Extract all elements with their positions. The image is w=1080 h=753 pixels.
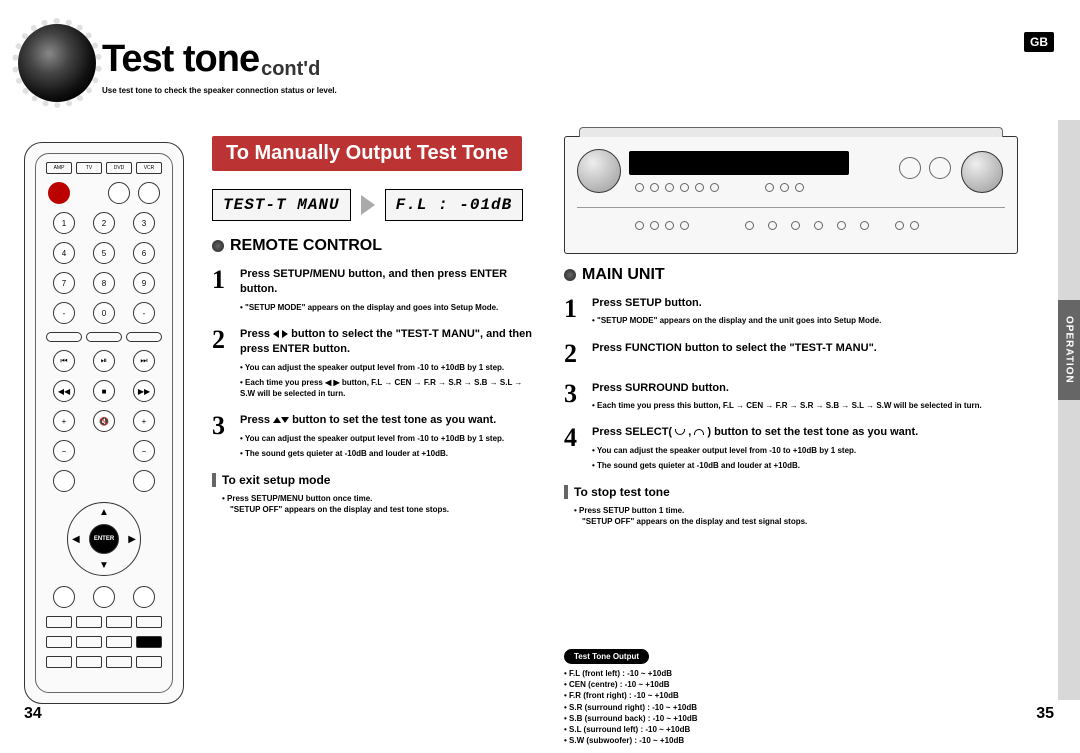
page-title: Test tone cont'd [102, 38, 320, 81]
step-note: You can adjust the speaker output level … [240, 362, 532, 373]
step-note: Each time you press this button, F.L → C… [592, 400, 982, 411]
remote-step-2: 2 Press button to select the "TEST-T MAN… [212, 327, 532, 399]
remote-numpad: 0 [93, 302, 115, 324]
stop-note: Press SETUP button 1 time. [574, 505, 1024, 516]
remote-numpad: 4 [53, 242, 75, 264]
test-tone-output-block: Test Tone Output F.L (front left) : -10 … [564, 646, 698, 746]
remote-heading: REMOTE CONTROL [212, 237, 532, 255]
exit-subhead: To exit setup mode [212, 473, 532, 487]
receiver-illustration [564, 136, 1018, 254]
remote-numpad: 9 [133, 272, 155, 294]
step-text: Press FUNCTION button to select the "TES… [592, 341, 877, 356]
main-unit-heading-text: MAIN UNIT [582, 266, 665, 284]
diamond-icon [212, 240, 224, 252]
step-number: 2 [212, 327, 232, 399]
main-unit-heading: MAIN UNIT [564, 266, 1024, 284]
step-text: Press button to set the test tone as you… [240, 413, 504, 428]
lcd-display-right: F.L : -01dB [385, 189, 524, 221]
output-item: CEN (centre) : -10 ~ +10dB [564, 679, 698, 690]
remote-step-1: 1 Press SETUP/MENU button, and then pres… [212, 267, 532, 313]
page-subtitle: Use test tone to check the speaker conne… [102, 86, 337, 95]
exit-note: Press SETUP/MENU button once time. [222, 493, 532, 504]
step-number: 3 [212, 413, 232, 459]
step-note: You can adjust the speaker output level … [592, 445, 918, 456]
output-item: S.B (surround back) : -10 ~ +10dB [564, 713, 698, 724]
main-step-4: 4 Press SELECT( , ) button to set the te… [564, 425, 1024, 471]
remote-numpad: - [53, 302, 75, 324]
main-step-1: 1 Press SETUP button. "SETUP MODE" appea… [564, 296, 1024, 327]
remote-heading-text: REMOTE CONTROL [230, 237, 382, 255]
stop-note: "SETUP OFF" appears on the display and t… [582, 516, 1024, 527]
title-main: Test tone [102, 38, 259, 81]
arrow-icon [361, 195, 375, 215]
output-item: F.L (front left) : -10 ~ +10dB [564, 668, 698, 679]
diamond-icon [564, 269, 576, 281]
step-text: Press button to select the "TEST-T MANU"… [240, 327, 532, 358]
remote-btn-tv: TV [76, 162, 102, 174]
main-step-2: 2 Press FUNCTION button to select the "T… [564, 341, 1024, 367]
step-number: 1 [212, 267, 232, 313]
remote-numpad: 7 [53, 272, 75, 294]
speaker-illustration [18, 24, 96, 102]
badge-gb: GB [1024, 32, 1054, 52]
page-number-left: 34 [24, 705, 42, 723]
output-item: S.W (subwoofer) : -10 ~ +10dB [564, 735, 698, 746]
remote-enter-button: ENTER [89, 524, 119, 554]
side-tab-bg [1058, 400, 1080, 700]
page-number-right: 35 [1036, 705, 1054, 723]
remote-illustration: AMP TV DVD VCR 123 456 789 -0- ⏮⏯⏭ ◀◀■▶▶… [24, 142, 184, 704]
step-text: Press SETUP button. [592, 296, 881, 311]
step-text: Press SELECT( , ) button to set the test… [592, 425, 918, 440]
remote-numpad: - [133, 302, 155, 324]
step-note: The sound gets quieter at -10dB and loud… [592, 460, 918, 471]
remote-numpad: 6 [133, 242, 155, 264]
section-heading-bar: To Manually Output Test Tone [212, 136, 522, 171]
title-sub: cont'd [261, 58, 320, 81]
output-item: S.L (surround left) : -10 ~ +10dB [564, 724, 698, 735]
step-text: Press SETUP/MENU button, and then press … [240, 267, 532, 298]
remote-numpad: 2 [93, 212, 115, 234]
step-note: The sound gets quieter at -10dB and loud… [240, 448, 504, 459]
step-note: "SETUP MODE" appears on the display and … [592, 315, 881, 326]
side-tab-operation: OPERATION [1058, 300, 1080, 400]
step-note: Each time you press ◀ ▶ button, F.L → CE… [240, 377, 532, 399]
remote-btn-dvd: DVD [106, 162, 132, 174]
remote-btn-vcr: VCR [136, 162, 162, 174]
step-number: 1 [564, 296, 584, 327]
remote-step-3: 3 Press button to set the test tone as y… [212, 413, 532, 459]
step-note: "SETUP MODE" appears on the display and … [240, 302, 532, 313]
step-note: You can adjust the speaker output level … [240, 433, 504, 444]
side-tab-bg [1058, 120, 1080, 300]
remote-numpad: 8 [93, 272, 115, 294]
step-number: 4 [564, 425, 584, 471]
output-item: S.R (surround right) : -10 ~ +10dB [564, 702, 698, 713]
remote-btn-amp: AMP [46, 162, 72, 174]
output-pill: Test Tone Output [564, 649, 649, 664]
main-step-3: 3 Press SURROUND button. Each time you p… [564, 381, 1024, 412]
step-text: Press SURROUND button. [592, 381, 982, 396]
remote-numpad: 1 [53, 212, 75, 234]
stop-subhead: To stop test tone [564, 485, 1024, 499]
remote-dpad: ▲ ▼ ◀ ▶ ENTER [67, 502, 141, 576]
remote-numpad: 3 [133, 212, 155, 234]
output-item: F.R (front right) : -10 ~ +10dB [564, 690, 698, 701]
lcd-display-left: TEST-T MANU [212, 189, 351, 221]
step-number: 3 [564, 381, 584, 412]
step-number: 2 [564, 341, 584, 367]
exit-note: "SETUP OFF" appears on the display and t… [230, 504, 532, 515]
remote-numpad: 5 [93, 242, 115, 264]
